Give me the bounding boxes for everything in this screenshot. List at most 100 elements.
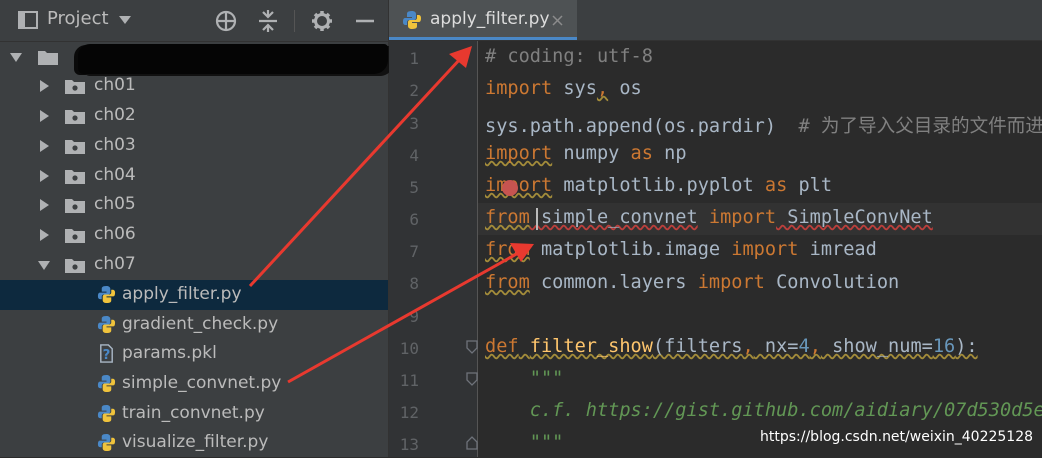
code-line: from matplotlib.image import imread <box>485 239 877 260</box>
svg-text:?: ? <box>103 348 111 363</box>
collapsed-arrow-icon[interactable] <box>38 110 50 122</box>
tree-file-label: simple_convnet.py <box>122 373 282 393</box>
tab-apply-filter[interactable]: apply_filter.py <box>389 0 577 40</box>
code-token: np <box>652 143 687 164</box>
code-line: sys.path.append(os.pardir) # 为了导入父目录的文件而… <box>485 111 1042 138</box>
tree-folder-label: ch03 <box>94 135 136 155</box>
tree-folder-row[interactable]: ch01 <box>0 71 388 101</box>
python-file-icon <box>97 374 116 393</box>
line-number: 3 <box>409 114 419 133</box>
breakpoint-dot[interactable] <box>502 180 518 196</box>
code-token: Convolution <box>764 272 900 293</box>
tree-folder-row[interactable]: ch05 <box>0 190 388 220</box>
project-panel-title[interactable]: Project <box>47 8 109 29</box>
tree-folder-label: ch07 <box>94 254 136 274</box>
code-token: import <box>697 272 765 293</box>
code-token: import <box>697 207 777 228</box>
code-token: import <box>485 175 553 196</box>
tree-file-label: apply_filter.py <box>122 284 242 304</box>
code-token: plt <box>787 175 833 196</box>
tree-folder-row-expanded[interactable]: ch07 <box>0 250 388 280</box>
code-token: sys <box>552 78 597 99</box>
code-token: as <box>630 143 653 164</box>
hide-minus-icon[interactable] <box>354 10 376 32</box>
tree-file-label: gradient_check.py <box>122 314 279 334</box>
expanded-arrow-icon[interactable] <box>10 51 22 63</box>
code-token: simple_convnet <box>529 207 698 228</box>
code-token: import <box>485 143 553 164</box>
collapsed-arrow-icon[interactable] <box>38 80 50 92</box>
tree-file-row[interactable]: simple_convnet.py <box>0 369 388 399</box>
tree-file-row[interactable]: ? params.pkl <box>0 339 388 369</box>
tree-file-row-selected[interactable]: apply_filter.py <box>0 280 388 310</box>
collapse-all-icon[interactable] <box>257 10 279 32</box>
line-number-gutter[interactable]: 1 2 3 4 5 6 7 8 9 10 11 12 13 <box>389 41 478 457</box>
python-file-icon <box>97 315 116 334</box>
code-token: from <box>485 239 530 260</box>
project-view-icon[interactable] <box>18 11 38 29</box>
tree-file-label: params.pkl <box>122 343 217 363</box>
code-token: matplotlib.image <box>529 239 732 260</box>
tree-file-row[interactable]: train_convnet.py <box>0 399 388 429</box>
code-token: import <box>485 78 553 99</box>
tree-file-row[interactable]: gradient_check.py <box>0 310 388 340</box>
code-token: ): <box>955 336 978 357</box>
expanded-arrow-icon[interactable] <box>38 259 50 271</box>
collapsed-arrow-icon[interactable] <box>38 140 50 152</box>
folder-icon <box>65 140 85 154</box>
tree-file-row[interactable]: visualize_filter.py <box>0 428 388 458</box>
code-area[interactable]: # coding: utf-8 import sys, os sys.path.… <box>478 41 1042 457</box>
folder-icon <box>65 229 85 243</box>
folder-icon <box>65 199 85 213</box>
code-number: 4 <box>798 336 810 357</box>
fold-icon[interactable] <box>466 436 478 450</box>
fold-icon[interactable] <box>466 340 478 354</box>
folder-icon <box>65 170 85 184</box>
code-editor: apply_filter.py 1 2 3 4 5 6 7 8 9 10 11 … <box>389 0 1042 457</box>
folder-icon <box>65 259 85 273</box>
code-line: import numpy as np <box>485 143 687 164</box>
code-token: show_num= <box>820 336 933 357</box>
python-file-icon <box>97 285 116 304</box>
python-file-icon <box>97 433 116 452</box>
code-token: def <box>485 336 519 357</box>
collapsed-arrow-icon[interactable] <box>38 229 50 241</box>
text-caret <box>536 208 538 230</box>
close-icon[interactable] <box>552 15 563 26</box>
code-docstring: """ <box>485 432 564 453</box>
tree-folder-row[interactable]: ch02 <box>0 101 388 131</box>
header-divider <box>294 10 295 32</box>
code-line: # coding: utf-8 <box>485 46 653 67</box>
python-file-icon <box>403 11 421 29</box>
line-number: 2 <box>409 81 419 100</box>
line-number: 6 <box>409 210 419 229</box>
locate-icon[interactable] <box>215 10 237 32</box>
code-number: 16 <box>932 336 956 357</box>
fold-icon[interactable] <box>466 372 478 386</box>
code-line: from common.layers import Convolution <box>485 272 899 293</box>
tree-folder-row[interactable]: ch04 <box>0 161 388 191</box>
project-panel-header: Project <box>0 0 388 42</box>
tree-file-label: train_convnet.py <box>122 403 265 423</box>
code-token: matplotlib.pyplot <box>552 175 765 196</box>
tree-folder-row[interactable]: ch06 <box>0 220 388 250</box>
chevron-down-icon[interactable] <box>118 15 132 25</box>
code-token: imread <box>798 239 877 260</box>
watermark-text: https://blog.csdn.net/weixin_40225128 <box>760 429 1034 445</box>
code-token: common.layers <box>529 272 698 293</box>
redacted-root-name <box>78 44 388 74</box>
code-line: import sys, os <box>485 78 642 99</box>
unknown-file-icon: ? <box>100 344 113 363</box>
code-line: from simple_convnet import SimpleConvNet <box>485 207 933 228</box>
tree-folder-label: ch04 <box>94 165 136 185</box>
tree-folder-row[interactable]: ch03 <box>0 131 388 161</box>
folder-icon <box>65 110 85 124</box>
line-number: 12 <box>399 403 419 422</box>
code-docstring: """ <box>485 368 564 389</box>
settings-gear-icon[interactable] <box>311 10 333 32</box>
line-number: 13 <box>399 435 419 454</box>
collapsed-arrow-icon[interactable] <box>38 170 50 182</box>
collapsed-arrow-icon[interactable] <box>38 199 50 211</box>
line-number: 7 <box>409 242 419 261</box>
